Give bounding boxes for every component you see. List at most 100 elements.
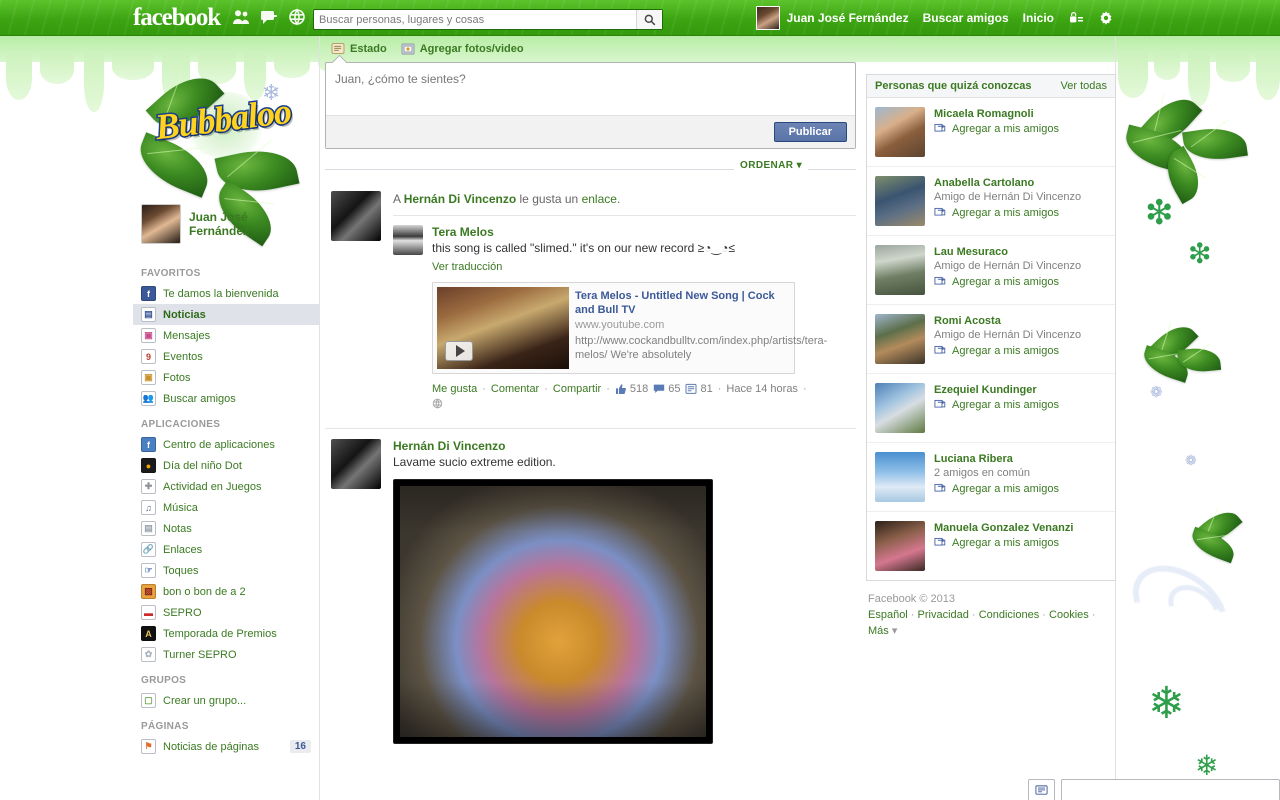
footer-link[interactable]: Cookies [1049,609,1089,621]
like-count[interactable]: 518 [615,383,648,395]
share-count[interactable]: 81 [685,383,713,395]
pymk-person-name[interactable]: Lau Mesuraco [934,245,1107,259]
sidebar-section-heading: APLICACIONES [141,419,221,430]
sidebar-item-noticias-de-p-ginas[interactable]: ⚑ Noticias de páginas 16 [133,736,319,757]
account-link[interactable]: Juan José Fernández [755,6,909,30]
sidebar-item-fotos[interactable]: ▣ Fotos [133,367,319,388]
shared-page-name[interactable]: Tera Melos [432,225,856,239]
sidebar-item-actividad-en-juegos[interactable]: ✚ Actividad en Juegos [133,476,319,497]
footer-link[interactable]: Privacidad [918,609,969,621]
sidebar-item-toques[interactable]: ☞ Toques [133,560,319,581]
chat-sidebar-tab[interactable] [1061,779,1280,800]
sidebar-item-enlaces[interactable]: 🔗 Enlaces [133,539,319,560]
attachment-title[interactable]: Tera Melos - Untitled New Song | Cock an… [575,289,786,317]
avatar[interactable] [875,245,925,295]
like-action[interactable]: Me gusta [432,383,477,395]
publish-button[interactable]: Publicar [773,122,847,142]
sidebar-item-eventos[interactable]: 9 Eventos [133,346,319,367]
pymk-row: Lau Mesuraco Amigo de Hernán Di Vincenzo A… [867,236,1115,305]
avatar[interactable] [875,452,925,502]
pymk-person-name[interactable]: Manuela Gonzalez Venanzi [934,521,1107,535]
sidebar-item-turner-sepro[interactable]: ✿ Turner SEPRO [133,644,319,665]
privacy-lock-icon[interactable] [1068,10,1084,26]
messages-icon[interactable] [260,8,278,26]
post-image[interactable] [393,479,713,744]
pymk-person-name[interactable]: Ezequiel Kundinger [934,383,1107,397]
sidebar-item-bon-o-bon-de-a-2[interactable]: ▨ bon o bon de a 2 [133,581,319,602]
post-timestamp[interactable]: Hace 14 horas [726,383,798,395]
sidebar-item-te-damos-la-bienvenida[interactable]: f Te damos la bienvenida [133,283,319,304]
globe-notifications-icon[interactable] [288,8,306,26]
app-center-icon: f [141,437,156,452]
status-input[interactable]: Juan, ¿cómo te sientes? [326,63,855,115]
sidebar-item-mensajes[interactable]: ▣ Mensajes [133,325,319,346]
pymk-person-name[interactable]: Anabella Cartolano [934,176,1107,190]
avatar[interactable] [875,314,925,364]
thumbs-up-icon [615,384,626,394]
post-object-link[interactable]: enlace [582,192,617,206]
search-box[interactable] [313,9,663,30]
photos-icon: ▣ [141,370,156,385]
add-friend-button[interactable]: Agregar a mis amigos [934,344,1107,357]
pokes-icon: ☞ [141,563,156,578]
avatar[interactable] [331,191,381,241]
avatar[interactable] [331,439,381,489]
post-author-name[interactable]: Hernán Di Vincenzo [393,439,856,453]
post-actor-link[interactable]: Hernán Di Vincenzo [404,192,516,206]
sidebar-item-noticias[interactable]: ▤ Noticias [133,304,319,325]
sidebar-item-centro-de-aplicaciones[interactable]: f Centro de aplicaciones [133,434,319,455]
comment-action[interactable]: Comentar [491,383,539,395]
search-button[interactable] [636,10,662,29]
see-translation-link[interactable]: Ver traducción [432,261,856,273]
add-friend-button[interactable]: Agregar a mis amigos [934,482,1107,495]
pymk-person-name[interactable]: Luciana Ribera [934,452,1107,466]
search-input[interactable] [314,10,636,29]
comment-count[interactable]: 65 [653,383,680,395]
avatar[interactable] [875,383,925,433]
avatar[interactable] [875,107,925,157]
sidebar-profile[interactable]: Juan José Fernández [133,204,319,258]
pymk-person-name[interactable]: Romi Acosta [934,314,1107,328]
avatar[interactable] [393,225,423,255]
footer-link[interactable]: Español [868,609,908,621]
sidebar-item-temporada-de-premios[interactable]: A Temporada de Premios [133,623,319,644]
sidebar-item-m-sica[interactable]: ♫ Música [133,497,319,518]
sidebar-item-label: Enlaces [163,543,203,556]
status-composer[interactable]: Juan, ¿cómo te sientes? Publicar [325,62,856,149]
add-friend-button[interactable]: Agregar a mis amigos [934,206,1107,219]
home-link[interactable]: Inicio [1023,11,1054,25]
facebook-logo[interactable]: facebook [133,4,221,32]
add-friend-button[interactable]: Agregar a mis amigos [934,275,1107,288]
add-friend-button[interactable]: Agregar a mis amigos [934,122,1107,135]
attachment-thumbnail[interactable] [437,287,569,369]
share-action[interactable]: Compartir [553,383,601,395]
link-attachment[interactable]: Tera Melos - Untitled New Song | Cock an… [432,282,827,374]
play-icon[interactable] [445,341,473,361]
pymk-see-all-link[interactable]: Ver todas [1061,80,1107,92]
sort-dropdown[interactable]: ORDENAR ▾ [734,160,808,171]
sidebar-item-crear-un-grupo[interactable]: ▢ Crear un grupo... [133,690,319,711]
sidebar-item-sepro[interactable]: ▬ SEPRO [133,602,319,623]
account-name[interactable]: Juan José Fernández [787,11,909,25]
events-calendar-icon: 9 [141,349,156,364]
pymk-person-name[interactable]: Micaela Romagnoli [934,107,1107,121]
pymk-person-subtitle: Amigo de Hernán Di Vincenzo [934,191,1082,203]
avatar[interactable] [875,176,925,226]
footer-link[interactable]: Condiciones [979,609,1040,621]
post-privacy-icon[interactable] [432,398,856,412]
avatar[interactable] [875,521,925,571]
photo-video-icon [401,42,415,56]
footer-link[interactable]: Más [868,625,889,637]
add-friend-button[interactable]: Agregar a mis amigos [934,536,1107,549]
find-friends-icon: 👥 [141,391,156,406]
sidebar-item-notas[interactable]: ▤ Notas [133,518,319,539]
add-friend-button[interactable]: Agregar a mis amigos [934,398,1107,411]
sidebar-item-d-a-del-ni-o-dot[interactable]: ● Día del niño Dot [133,455,319,476]
find-friends-link[interactable]: Buscar amigos [923,11,1009,25]
sidebar-item-buscar-amigos[interactable]: 👥 Buscar amigos [133,388,319,409]
gear-icon[interactable] [1098,10,1114,26]
chat-toggle-button[interactable] [1028,779,1055,800]
composer-tab-photo-video[interactable]: Agregar fotos/video [401,42,524,56]
friend-requests-icon[interactable] [232,8,250,26]
pymk-title: Personas que quizá conozcas [875,80,1032,92]
